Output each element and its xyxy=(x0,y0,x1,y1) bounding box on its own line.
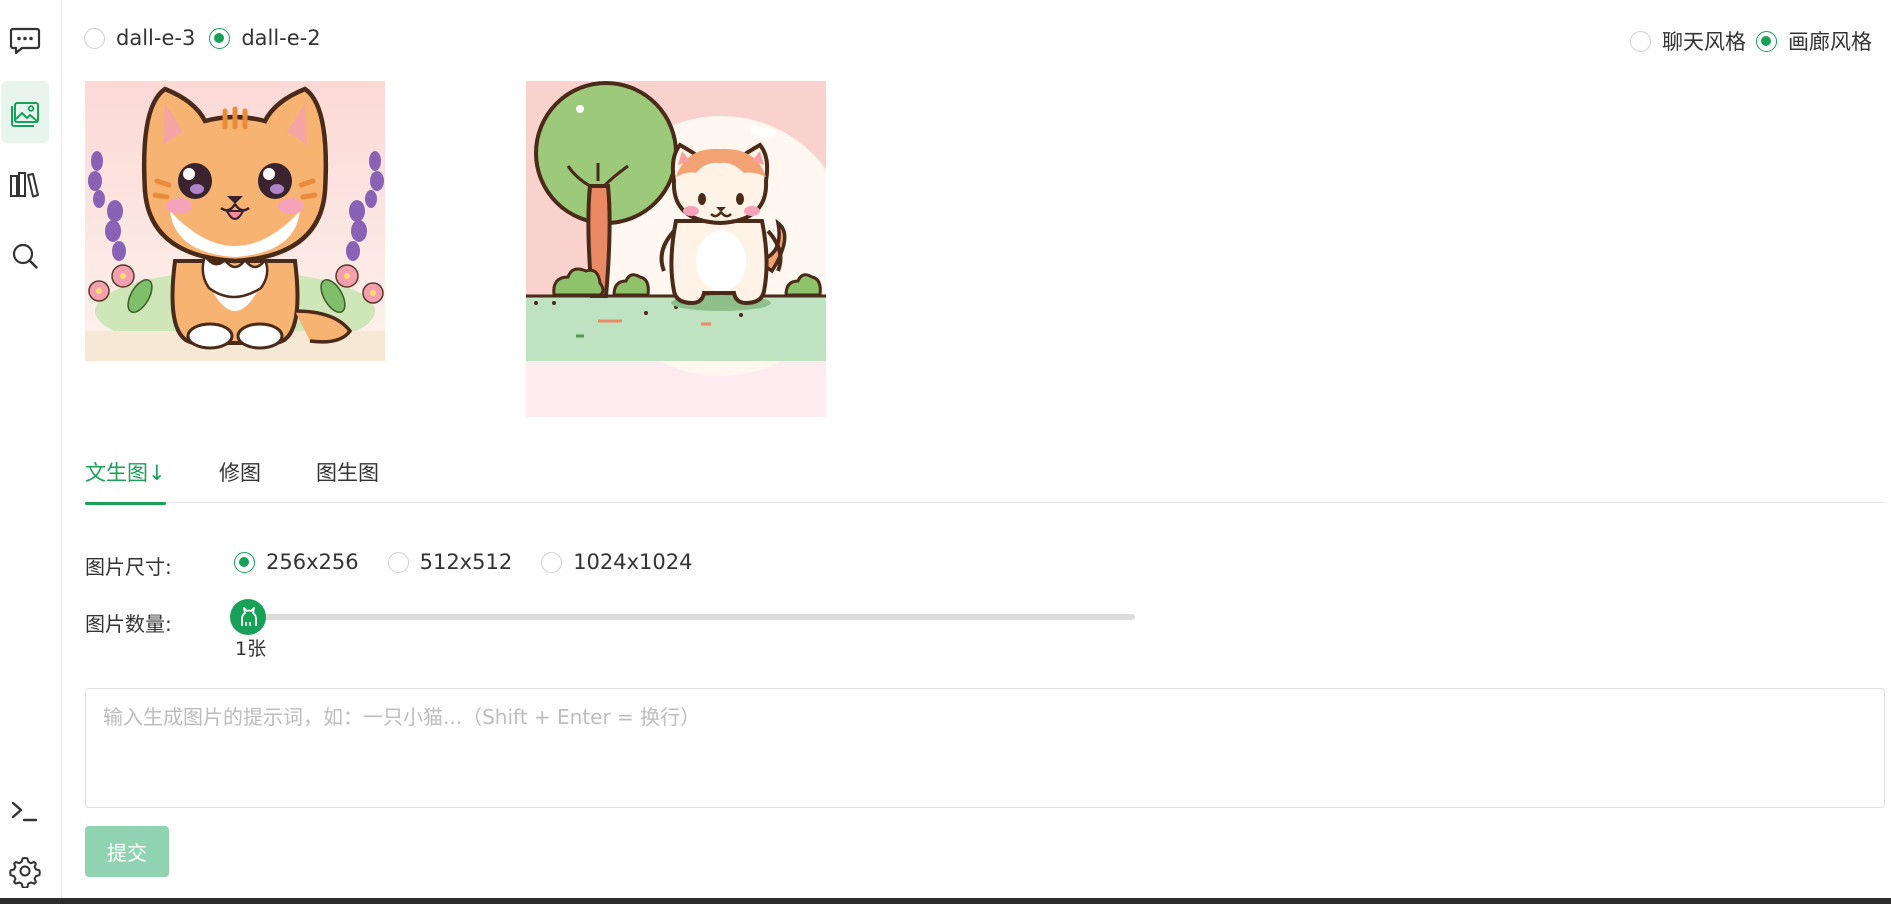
prompt-input[interactable] xyxy=(85,688,1885,808)
chat-nav-button[interactable] xyxy=(1,10,49,72)
library-icon xyxy=(10,172,39,198)
view-style-selector: 聊天风格 画廊风格 xyxy=(1630,26,1872,56)
radio-dot xyxy=(387,551,409,573)
style-radio-chat[interactable]: 聊天风格 xyxy=(1630,26,1746,56)
terminal-nav-button[interactable] xyxy=(1,780,49,842)
radio-dot-selected xyxy=(234,551,255,573)
image-count-slider-handle[interactable] xyxy=(230,599,266,635)
submit-button[interactable]: 提交 xyxy=(85,826,169,877)
image-count-label: 图片数量: xyxy=(85,612,172,636)
radio-dot-selected xyxy=(209,27,231,49)
radio-dot-selected xyxy=(1756,30,1777,52)
size-label: 512x512 xyxy=(419,550,513,574)
settings-nav-button[interactable] xyxy=(1,840,49,902)
generated-image-cat-lavender[interactable] xyxy=(85,81,385,361)
image-nav-button[interactable] xyxy=(1,81,49,143)
image-gallery-icon xyxy=(11,102,39,127)
style-radio-gallery[interactable]: 画廊风格 xyxy=(1756,26,1872,56)
style-label: 聊天风格 xyxy=(1662,30,1746,54)
radio-dot xyxy=(1630,30,1651,52)
image-count-slider-track[interactable] xyxy=(246,614,1135,620)
image-count-value: 1张 xyxy=(235,638,267,660)
tab-edit-image[interactable]: 修图 xyxy=(219,453,261,503)
search-nav-button[interactable] xyxy=(1,225,49,287)
model-radio-dall-e-3[interactable]: dall-e-3 xyxy=(84,26,195,50)
size-radio-1024[interactable]: 1024x1024 xyxy=(541,550,693,574)
image-size-selector: 256x256 512x512 1024x1024 xyxy=(234,550,693,574)
model-selector: dall-e-3 dall-e-2 xyxy=(84,26,321,50)
model-radio-dall-e-2[interactable]: dall-e-2 xyxy=(209,26,321,50)
chat-icon xyxy=(9,27,41,55)
search-icon xyxy=(12,243,38,269)
size-radio-512[interactable]: 512x512 xyxy=(387,550,513,574)
style-label: 画廊风格 xyxy=(1788,30,1872,54)
library-nav-button[interactable] xyxy=(1,153,49,215)
cat-icon xyxy=(241,607,257,626)
tab-image-to-image[interactable]: 图生图 xyxy=(316,453,379,503)
image-size-label: 图片尺寸: xyxy=(85,555,172,579)
sidebar-rail xyxy=(0,0,62,898)
gear-icon xyxy=(9,857,41,888)
radio-dot xyxy=(541,551,563,573)
window-bottom-edge xyxy=(0,898,1891,904)
model-label: dall-e-3 xyxy=(116,26,196,50)
radio-dot xyxy=(84,27,105,49)
size-label: 1024x1024 xyxy=(573,550,693,574)
generated-image-cat-tree[interactable] xyxy=(526,81,826,417)
model-label: dall-e-2 xyxy=(241,26,321,50)
size-label: 256x256 xyxy=(266,550,359,574)
size-radio-256[interactable]: 256x256 xyxy=(234,550,359,574)
mode-tabs: 文生图↓ 修图 图生图 xyxy=(85,453,1885,505)
terminal-icon xyxy=(11,801,38,822)
tab-text-to-image[interactable]: 文生图↓ xyxy=(85,453,166,505)
